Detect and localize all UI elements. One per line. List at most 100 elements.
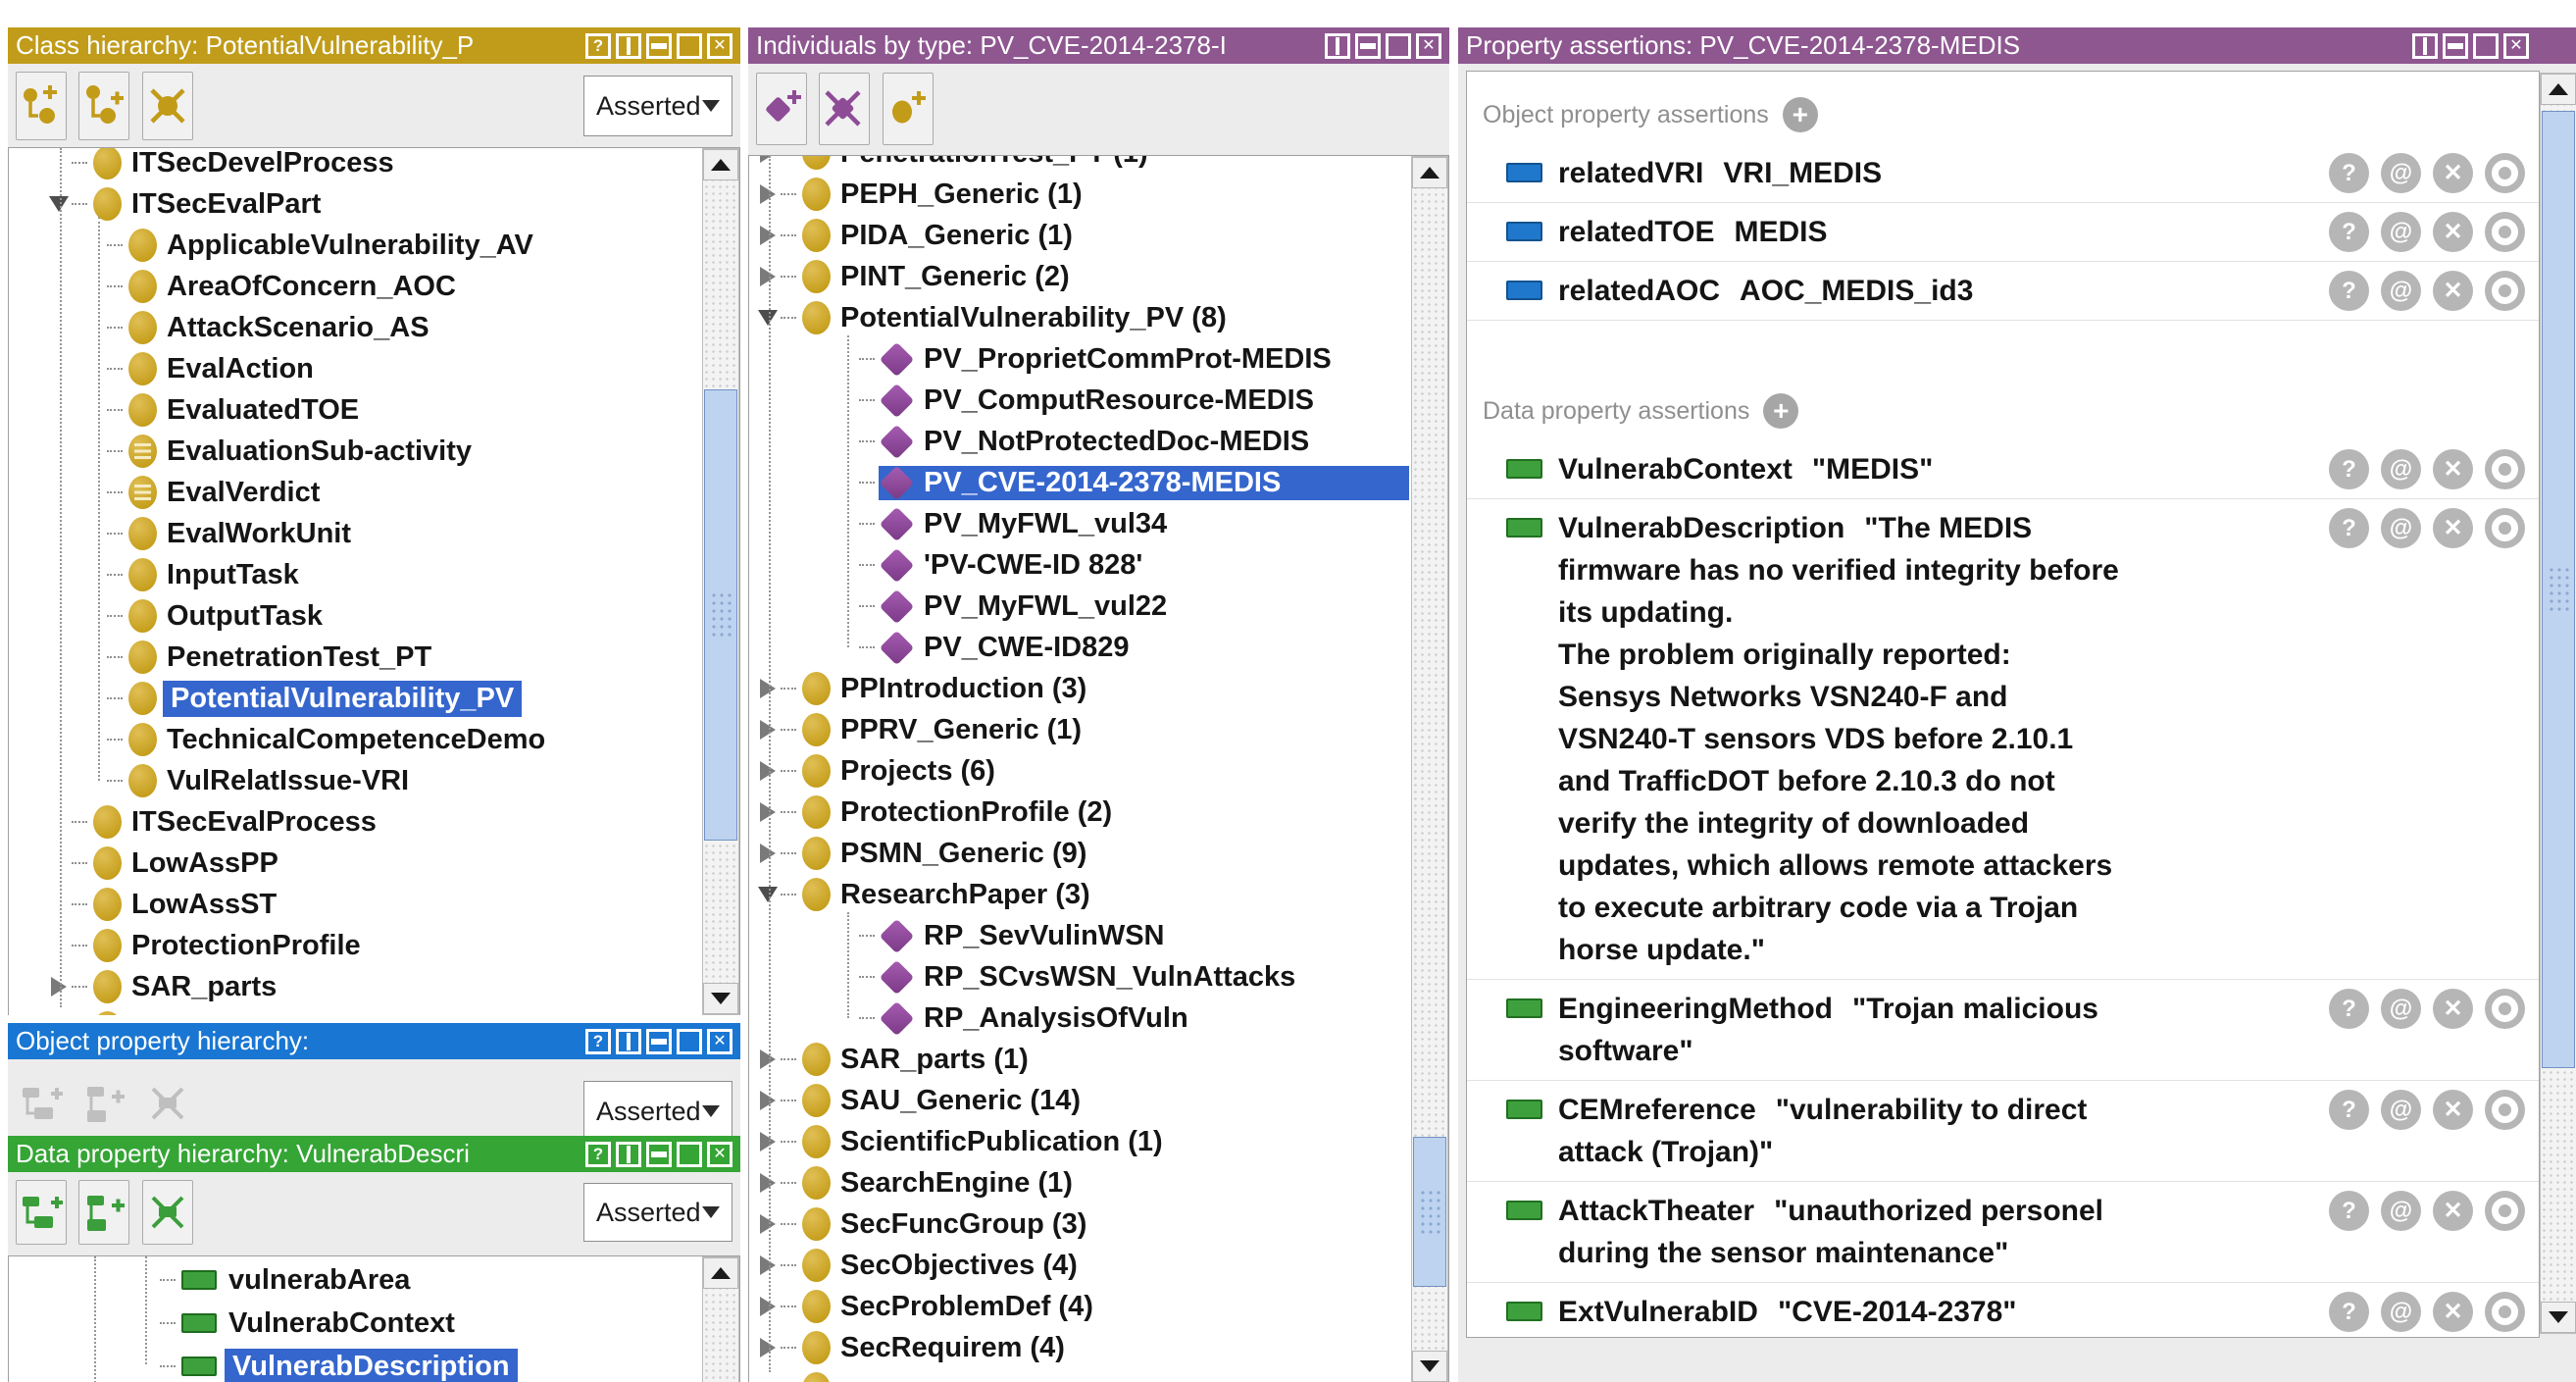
add-object-property-assertion-button[interactable]: + bbox=[1783, 97, 1818, 132]
object-property-assertion-row[interactable]: relatedVRIVRI_MEDIS?@✕ bbox=[1467, 144, 2539, 203]
delete-assertion-button[interactable]: ✕ bbox=[2433, 212, 2473, 252]
edit-assertion-button[interactable] bbox=[2485, 449, 2525, 489]
individuals-tree-scrollbar[interactable] bbox=[1411, 156, 1448, 1382]
tree-item[interactable]: SearchEngine (1) bbox=[749, 1162, 1409, 1203]
tree-item[interactable]: ResearchPaper (3) bbox=[749, 874, 1409, 915]
edit-assertion-button[interactable] bbox=[2485, 1292, 2525, 1332]
expand-toggle-icon[interactable] bbox=[755, 181, 781, 207]
panel-minimize-button[interactable] bbox=[646, 1029, 672, 1054]
panel-close-button[interactable] bbox=[1416, 33, 1441, 59]
expand-toggle-icon[interactable] bbox=[755, 758, 781, 784]
tree-item[interactable]: SecRequirem (4) bbox=[749, 1327, 1409, 1368]
expand-toggle-icon[interactable] bbox=[755, 223, 781, 248]
scroll-up-button[interactable] bbox=[2541, 74, 2576, 105]
scroll-up-button[interactable] bbox=[703, 149, 738, 180]
explain-assertion-button[interactable]: ? bbox=[2329, 508, 2369, 548]
data-property-assertion-row[interactable]: VulnerabDescription"The MEDIS firmware h… bbox=[1467, 499, 2539, 980]
tree-item[interactable]: PV_MyFWL_vul34 bbox=[749, 503, 1409, 544]
add-data-property-assertion-button[interactable]: + bbox=[1763, 393, 1798, 429]
tree-item[interactable]: PV_ComputResource-MEDIS bbox=[749, 380, 1409, 421]
tree-item[interactable]: InputTask bbox=[9, 554, 700, 595]
tree-item[interactable]: RP_SCvsWSN_VulnAttacks bbox=[749, 956, 1409, 998]
expand-toggle-icon[interactable] bbox=[755, 1088, 781, 1113]
edit-assertion-button[interactable] bbox=[2485, 153, 2525, 193]
annotate-assertion-button[interactable]: @ bbox=[2381, 1090, 2421, 1130]
explain-assertion-button[interactable]: ? bbox=[2329, 271, 2369, 311]
tree-item[interactable]: ITSecEvalPart bbox=[9, 183, 700, 225]
expand-toggle-icon[interactable] bbox=[755, 717, 781, 742]
edit-assertion-button[interactable] bbox=[2485, 989, 2525, 1029]
tree-item[interactable]: PINT_Generic (2) bbox=[749, 256, 1409, 297]
explain-assertion-button[interactable]: ? bbox=[2329, 1090, 2369, 1130]
tree-item[interactable]: AreaOfConcern_AOC bbox=[9, 266, 700, 307]
tree-item[interactable]: PV_ProprietCommProt-MEDIS bbox=[749, 338, 1409, 380]
expand-toggle-icon[interactable] bbox=[755, 841, 781, 866]
tree-item[interactable]: ITSecEvalProcess bbox=[9, 801, 700, 843]
annotate-assertion-button[interactable]: @ bbox=[2381, 212, 2421, 252]
scroll-down-button[interactable] bbox=[2541, 1302, 2576, 1333]
scroll-down-button[interactable] bbox=[1412, 1351, 1447, 1382]
panel-help-button[interactable] bbox=[585, 1029, 611, 1054]
tree-item[interactable]: VulnerabDescription bbox=[9, 1345, 700, 1382]
tree-item[interactable]: ScientificPublication (1) bbox=[749, 1121, 1409, 1162]
tree-item[interactable]: EvalWorkUnit bbox=[9, 513, 700, 554]
tree-item[interactable]: PV_CVE-2014-2378-MEDIS bbox=[749, 462, 1409, 503]
delete-property-button[interactable] bbox=[142, 1180, 193, 1245]
panel-float-button[interactable] bbox=[677, 1142, 702, 1167]
tree-item[interactable]: SecFuncGroup (3) bbox=[749, 1203, 1409, 1245]
explain-assertion-button[interactable]: ? bbox=[2329, 153, 2369, 193]
delete-property-button[interactable] bbox=[142, 1069, 193, 1136]
panel-close-button[interactable] bbox=[2503, 33, 2529, 59]
panel-help-button[interactable] bbox=[585, 1142, 611, 1167]
add-sub-property-button[interactable] bbox=[16, 1180, 67, 1245]
panel-minimize-button[interactable] bbox=[646, 33, 672, 59]
delete-assertion-button[interactable]: ✕ bbox=[2433, 271, 2473, 311]
delete-assertion-button[interactable]: ✕ bbox=[2433, 508, 2473, 548]
tree-item[interactable]: PenetrationTest_PT (1) bbox=[749, 156, 1409, 174]
panel-minimize-button[interactable] bbox=[646, 1142, 672, 1167]
explain-assertion-button[interactable]: ? bbox=[2329, 449, 2369, 489]
expand-toggle-icon[interactable] bbox=[755, 1129, 781, 1154]
panel-close-button[interactable] bbox=[707, 33, 732, 59]
class-tree-scrollbar[interactable] bbox=[702, 148, 739, 1015]
add-subclass-button[interactable] bbox=[16, 72, 67, 140]
expand-toggle-icon[interactable] bbox=[755, 1335, 781, 1360]
annotate-assertion-button[interactable]: @ bbox=[2381, 271, 2421, 311]
scrollbar-thumb[interactable] bbox=[704, 389, 737, 841]
tree-item[interactable]: ProtectionProfile bbox=[9, 925, 700, 966]
expand-toggle-icon[interactable] bbox=[755, 1253, 781, 1278]
expand-toggle-icon[interactable] bbox=[755, 1211, 781, 1237]
hierarchy-view-dropdown[interactable]: Asserted bbox=[583, 1183, 732, 1242]
delete-assertion-button[interactable]: ✕ bbox=[2433, 989, 2473, 1029]
tree-item[interactable]: EvalAction bbox=[9, 348, 700, 389]
tree-item[interactable]: ProtectionProfile (2) bbox=[749, 792, 1409, 833]
delete-assertion-button[interactable]: ✕ bbox=[2433, 153, 2473, 193]
data-property-assertion-row[interactable]: CEMreference"vulnerability to direct att… bbox=[1467, 1081, 2539, 1182]
panel-help-button[interactable] bbox=[585, 33, 611, 59]
tree-item[interactable]: ApplicableVulnerability_AV bbox=[9, 225, 700, 266]
panel-split-button[interactable] bbox=[616, 33, 641, 59]
panel-float-button[interactable] bbox=[2473, 33, 2499, 59]
tree-item[interactable]: SAR_parts bbox=[9, 966, 700, 1007]
expand-toggle-icon[interactable] bbox=[755, 156, 781, 166]
tree-item[interactable] bbox=[749, 1368, 1409, 1382]
add-individual-button[interactable] bbox=[756, 73, 807, 145]
tree-item[interactable]: PV_MyFWL_vul22 bbox=[749, 586, 1409, 627]
scroll-down-button[interactable] bbox=[703, 983, 738, 1014]
individuals-titlebar[interactable]: Individuals by type: PV_CVE-2014-2378-I bbox=[748, 27, 1449, 64]
panel-close-button[interactable] bbox=[707, 1029, 732, 1054]
collapse-toggle-icon[interactable] bbox=[755, 882, 781, 907]
object-property-assertion-row[interactable]: relatedTOEMEDIS?@✕ bbox=[1467, 203, 2539, 262]
tree-item[interactable]: PPRV_Generic (1) bbox=[749, 709, 1409, 750]
explain-assertion-button[interactable]: ? bbox=[2329, 212, 2369, 252]
tree-item[interactable]: VulnerabContext bbox=[9, 1302, 700, 1345]
delete-class-button[interactable] bbox=[142, 72, 193, 140]
scrollbar-thumb[interactable] bbox=[1413, 1137, 1446, 1287]
annotate-assertion-button[interactable]: @ bbox=[2381, 449, 2421, 489]
panel-split-button[interactable] bbox=[2412, 33, 2438, 59]
tree-item[interactable]: PenetrationTest_PT bbox=[9, 637, 700, 678]
tree-item[interactable]: PotentialVulnerability_PV (8) bbox=[749, 297, 1409, 338]
edit-assertion-button[interactable] bbox=[2485, 508, 2525, 548]
scrollbar-thumb[interactable] bbox=[2542, 111, 2575, 1068]
tree-item[interactable]: 'PV-CWE-ID 828' bbox=[749, 544, 1409, 586]
